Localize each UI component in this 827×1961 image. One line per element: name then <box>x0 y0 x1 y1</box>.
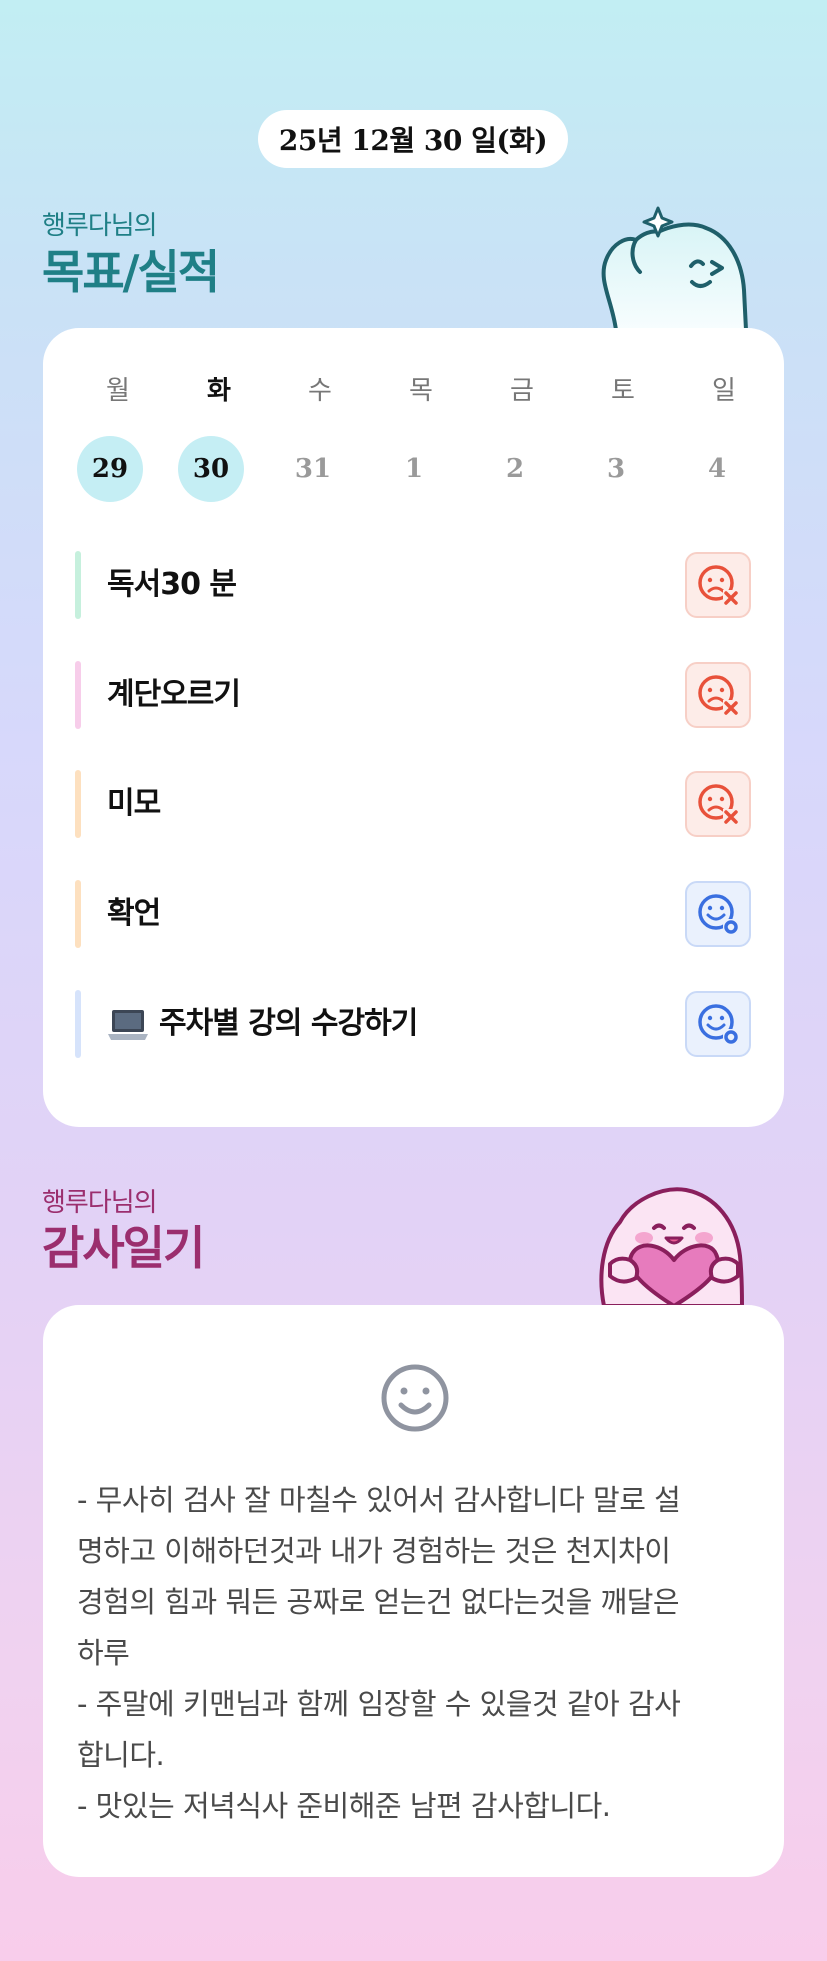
date-cell-4[interactable]: 4 <box>684 436 750 502</box>
goal-color-bar <box>75 880 81 948</box>
goal-color-bar <box>75 551 81 619</box>
date-pill[interactable]: 25년 12월 30 일(화) <box>258 110 568 168</box>
diary-line: - 주말에 키맨님과 함께 임장할 수 있을것 같아 감사 <box>77 1687 681 1721</box>
diary-line: 합니다. <box>77 1738 165 1772</box>
gratitude-card: - 무사히 검사 잘 마칠수 있어서 감사합니다 말로 설 명하고 이해하던것과… <box>43 1305 784 1877</box>
goal-color-bar <box>75 770 81 838</box>
sad-face-fail-icon[interactable] <box>685 552 751 618</box>
diary-line: - 무사히 검사 잘 마칠수 있어서 감사합니다 말로 설 <box>77 1483 681 1517</box>
date-cell-3[interactable]: 3 <box>583 436 649 502</box>
goal-row[interactable]: 주차별 강의 수강하기 <box>75 990 751 1058</box>
goal-color-bar <box>75 661 81 729</box>
diary-line: 하루 <box>77 1636 130 1670</box>
diary-line: - 맛있는 저녁식사 준비해준 남편 감사합니다. <box>77 1789 611 1823</box>
diary-line: 명하고 이해하던것과 내가 경험하는 것은 천지차이 <box>77 1534 671 1568</box>
goal-row[interactable]: 미모 <box>75 770 751 838</box>
date-text: 25년 12월 30 일(화) <box>278 124 548 157</box>
diary-text: - 무사히 검사 잘 마칠수 있어서 감사합니다 말로 설 명하고 이해하던것과… <box>77 1475 767 1832</box>
weekday-sat: 토 <box>611 376 635 406</box>
sad-face-fail-icon[interactable] <box>685 771 751 837</box>
goal-row[interactable]: 확언 <box>75 880 751 948</box>
goal-label: 주차별 강의 수강하기 <box>159 1006 418 1041</box>
goal-row[interactable]: 계단오르기 <box>75 661 751 729</box>
smile-face-done-icon[interactable] <box>685 881 751 947</box>
weekday-wed: 수 <box>308 376 332 406</box>
mascot-waving-character <box>601 206 748 330</box>
goal-row[interactable]: 독서30 분 <box>75 551 751 619</box>
sad-face-fail-icon[interactable] <box>685 662 751 728</box>
goal-label: 확언 <box>107 896 161 931</box>
date-cell-31[interactable]: 31 <box>280 436 346 502</box>
smile-face-done-icon[interactable] <box>685 991 751 1057</box>
goal-label-with-icon: 주차별 강의 수강하기 <box>107 990 418 1058</box>
date-cell-30[interactable]: 30 <box>178 436 244 502</box>
goal-label: 계단오르기 <box>107 677 241 712</box>
weekday-fri: 금 <box>510 376 534 406</box>
smile-icon[interactable] <box>380 1363 450 1433</box>
weekday-mon: 월 <box>106 376 130 406</box>
goals-card: 월 화 수 목 금 토 일 29 30 31 1 2 3 4 독서30 분 계단… <box>43 328 784 1127</box>
diary-line: 경험의 힘과 뭐든 공짜로 얻는건 없다는것을 깨달은 <box>77 1585 680 1619</box>
weekday-thu: 목 <box>409 376 433 406</box>
goal-color-bar <box>75 990 81 1058</box>
mascot-heart-character <box>599 1187 744 1306</box>
goal-label: 미모 <box>107 786 161 821</box>
goals-section-title: 목표/실적 <box>42 245 220 299</box>
laptop-icon <box>108 1009 148 1040</box>
gratitude-section-title: 감사일기 <box>42 1221 205 1275</box>
weekday-tue: 화 <box>207 376 231 406</box>
date-cell-29[interactable]: 29 <box>77 436 143 502</box>
goal-label: 독서30 분 <box>107 567 237 602</box>
date-cell-2[interactable]: 2 <box>482 436 548 502</box>
date-cell-1[interactable]: 1 <box>381 436 447 502</box>
weekday-sun: 일 <box>712 376 736 406</box>
